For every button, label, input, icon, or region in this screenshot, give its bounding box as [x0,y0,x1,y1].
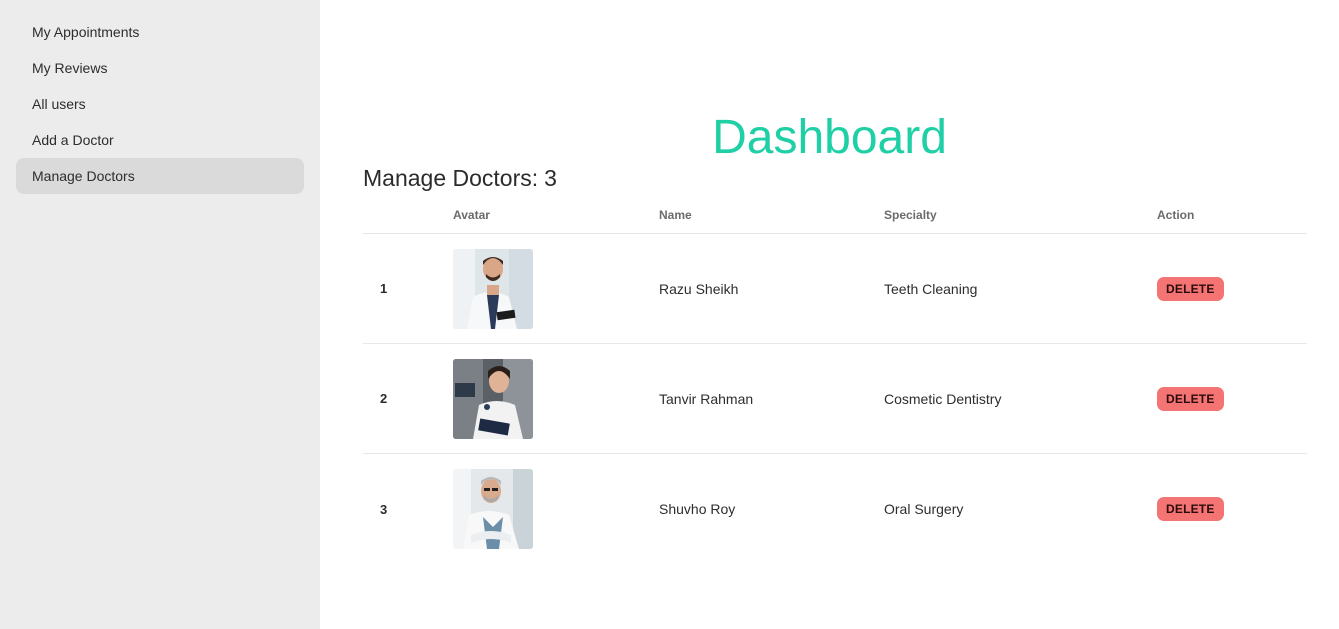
sidebar-item-my-reviews[interactable]: My Reviews [16,50,304,86]
delete-button[interactable]: DELETE [1157,386,1224,411]
doctor-specialty: Oral Surgery [884,501,964,517]
row-index: 2 [380,391,388,406]
doctor-name: Razu Sheikh [659,280,739,297]
section-title: Manage Doctors: 3 [363,165,557,192]
doctor-specialty: Cosmetic Dentistry [884,390,1002,407]
doctor-specialty: Teeth Cleaning [884,280,978,297]
row-index: 3 [380,501,388,517]
doctors-table: Avatar Name Specialty Action 1 Razu Shei… [363,196,1307,564]
table-header: Avatar Name Specialty Action [363,196,1307,234]
main-content: Dashboard Manage Doctors: 3 Avatar Name S… [320,0,1339,629]
header-name: Name [659,207,692,222]
doctor-avatar-image [453,248,533,329]
header-specialty: Specialty [884,207,937,222]
row-index: 1 [380,281,388,296]
table-row: 1 Razu Sheikh Teeth Cleaning DELETE [363,234,1307,344]
page-title: Dashboard [712,111,947,164]
sidebar-item-my-appointments[interactable]: My Appointments [16,14,304,50]
table-row: 3 Shuvho Roy Oral Surgery DELETE [363,454,1307,564]
sidebar-item-manage-doctors[interactable]: Manage Doctors [16,158,304,194]
section-title-label: Manage Doctors: [363,165,539,191]
doctor-avatar-image [453,469,533,549]
header-avatar: Avatar [453,207,490,222]
sidebar-item-all-users[interactable]: All users [16,86,304,122]
doctor-name: Tanvir Rahman [659,390,754,407]
delete-button[interactable]: DELETE [1157,276,1224,301]
table-row: 2 Tanvir Rahman Cosmetic Dentistry DELET… [363,344,1307,454]
doctor-avatar-image [453,358,533,439]
doctor-name: Shuvho Roy [659,501,736,517]
delete-button[interactable]: DELETE [1157,497,1224,521]
sidebar-item-add-doctor[interactable]: Add a Doctor [16,122,304,158]
doctor-count: 3 [544,165,557,191]
header-action: Action [1157,207,1195,222]
app-root: My Appointments My Reviews All users Add… [0,0,1339,629]
sidebar: My Appointments My Reviews All users Add… [0,0,320,629]
